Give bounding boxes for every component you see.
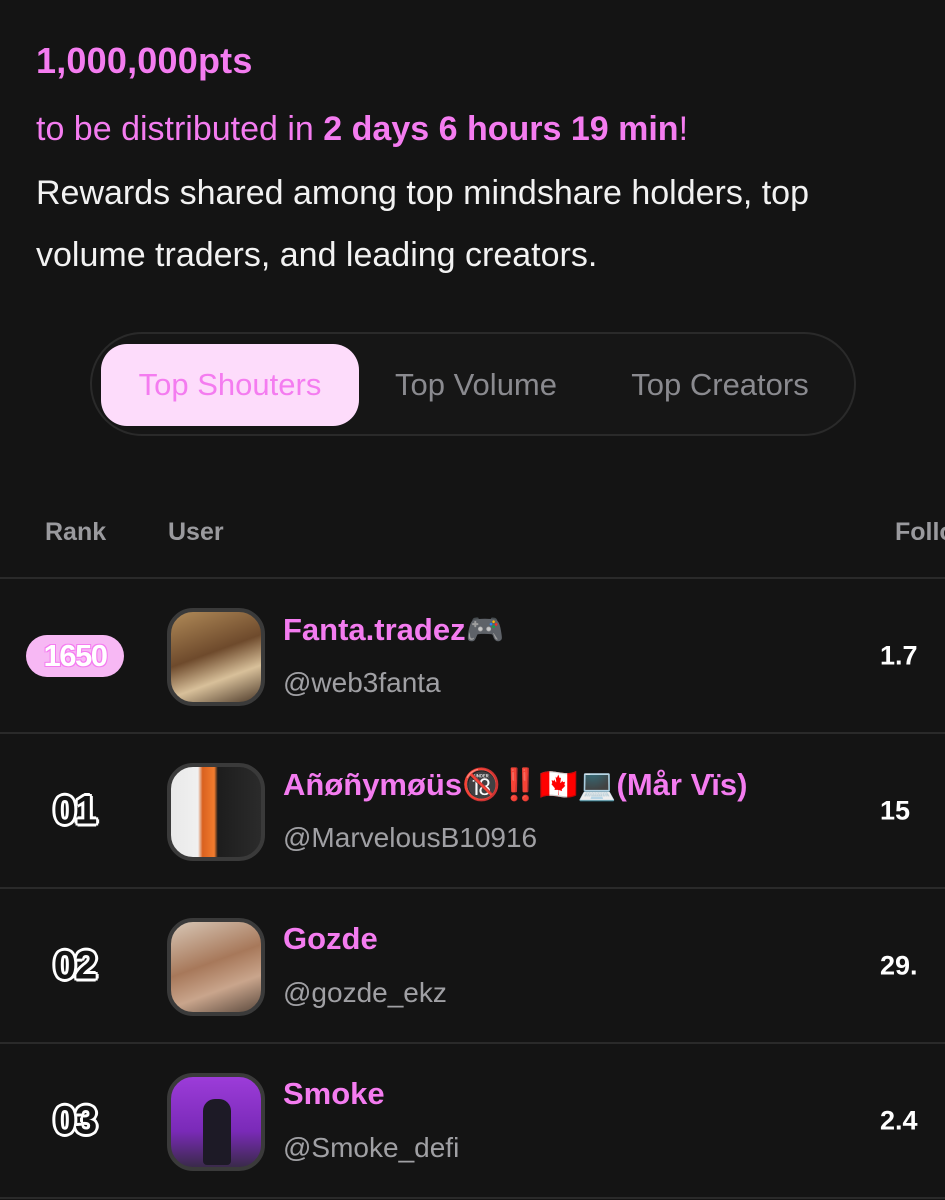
avatar-figure	[203, 1099, 231, 1165]
column-header-user: User	[168, 518, 224, 546]
tab-top-shouters[interactable]: Top Shouters	[101, 344, 359, 426]
column-header-followers: Follo	[895, 518, 945, 546]
user-display-name: Añøñymøüs🔞‼️🇨🇦💻(Mår Vïs)	[283, 767, 748, 802]
table-row[interactable]: 02 Gozde @gozde_ekz 29.	[0, 889, 945, 1043]
user-handle: @MarvelousB10916	[283, 822, 538, 853]
avatar	[167, 608, 265, 706]
leaderboard-tabs: Top Shouters Top Volume Top Creators	[90, 332, 856, 436]
column-header-rank: Rank	[45, 518, 107, 546]
rank-number: 03	[53, 1098, 98, 1143]
distribution-prefix: to be distributed in	[36, 110, 324, 148]
table-row[interactable]: 01 Añøñymøüs🔞‼️🇨🇦💻(Mår Vïs) @MarvelousB1…	[0, 734, 945, 888]
distribution-countdown: to be distributed in 2 days 6 hours 19 m…	[36, 110, 688, 149]
rank-number: 02	[53, 943, 98, 988]
user-handle: @web3fanta	[283, 667, 441, 698]
user-handle: @Smoke_defi	[283, 1132, 460, 1163]
avatar	[167, 918, 265, 1016]
tab-top-creators[interactable]: Top Creators	[604, 344, 836, 426]
table-row[interactable]: 03 Smoke @Smoke_defi 2.4	[0, 1044, 945, 1198]
followers-count: 2.4	[880, 1105, 918, 1136]
rewards-description: Rewards shared among top mindshare holde…	[36, 174, 809, 274]
table-divider	[0, 1197, 945, 1199]
followers-count: 29.	[880, 950, 918, 981]
followers-count: 1.7	[880, 640, 918, 671]
user-handle: @gozde_ekz	[283, 977, 447, 1008]
user-display-name: Smoke	[283, 1076, 385, 1111]
distribution-suffix: !	[678, 110, 689, 148]
rank-badge: 1650	[26, 635, 124, 677]
user-display-name: Fanta.tradez🎮	[283, 612, 505, 647]
rank-number: 01	[53, 788, 98, 833]
countdown-value: 2 days 6 hours 19 min	[323, 110, 679, 148]
avatar	[167, 763, 265, 861]
table-row[interactable]: 1650 Fanta.tradez🎮 @web3fanta 1.7	[0, 579, 945, 733]
user-display-name: Gozde	[283, 921, 378, 956]
points-total: 1,000,000pts	[36, 40, 253, 81]
avatar	[167, 1073, 265, 1171]
followers-count: 15	[880, 795, 911, 826]
tab-top-volume[interactable]: Top Volume	[370, 344, 582, 426]
